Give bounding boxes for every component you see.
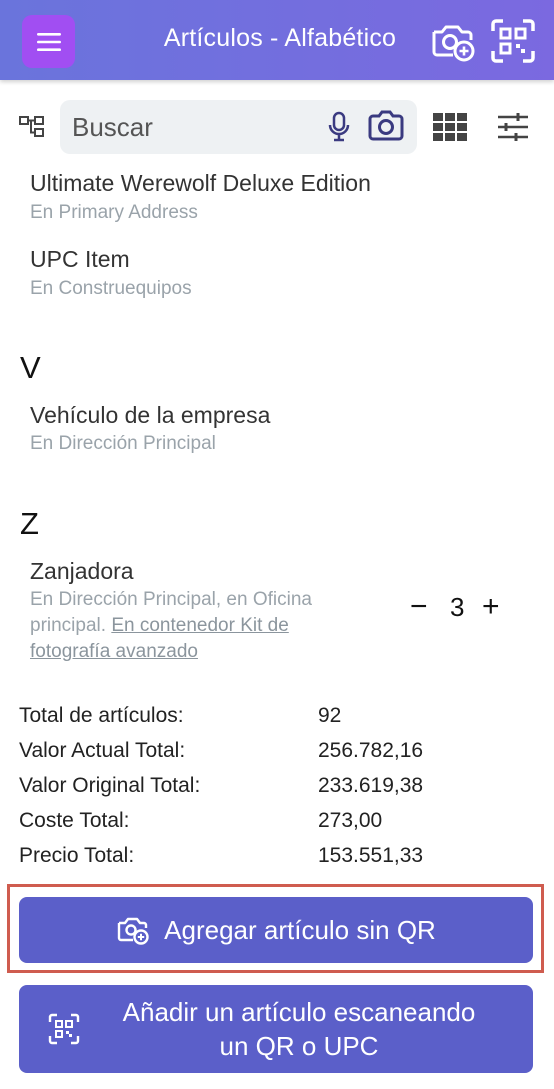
camera-add-icon[interactable] [430,18,476,64]
section-header: Z [20,506,39,541]
decrement-button[interactable]: − [410,590,428,624]
quantity-stepper: − 3 + [410,590,510,626]
summary-label: Valor Actual Total: [19,739,186,762]
item-name: Vehículo de la empresa [30,402,271,428]
summary-label: Total de artículos: [19,704,184,727]
menu-button[interactable] [22,15,75,68]
item-location: En Dirección Principal, en Oficina princ… [30,589,312,662]
button-label: Agregar artículo sin QR [164,914,436,945]
item-name: UPC Item [30,246,130,272]
section-header: V [20,350,41,385]
item-name: Zanjadora [30,558,134,584]
summary-value: 153.551,33 [318,844,424,867]
search-row [0,100,554,156]
qr-scan-icon[interactable] [490,18,536,64]
search-box [60,100,417,154]
button-label: Añadir un artículo escaneando un QR o UP… [122,997,476,1061]
add-item-scan-button[interactable]: Añadir un artículo escaneando un QR o UP… [19,985,533,1073]
summary-value: 256.782,16 [318,739,424,762]
grid-view-icon[interactable] [432,112,468,142]
page-title: Artículos - Alfabético [163,24,397,52]
summary-value: 233.619,38 [318,774,424,797]
filter-sliders-icon[interactable] [496,112,530,144]
container-link-cont[interactable]: fotografía avanzado [30,641,198,662]
add-item-without-qr-button[interactable]: Agregar artículo sin QR [19,897,533,963]
container-link[interactable]: En contenedor Kit de [111,615,288,636]
qr-scan-icon [48,1013,80,1045]
app-header: Artículos - Alfabético [0,0,554,80]
item-name: Ultimate Werewolf Deluxe Edition [30,170,371,196]
increment-button[interactable]: + [482,590,500,624]
menu-icon [36,32,61,51]
summary-label: Coste Total: [19,809,130,832]
item-location: En Primary Address [30,202,198,223]
summary-label: Precio Total: [19,844,135,867]
summary-value: 92 [318,704,342,727]
summary-value: 273,00 [318,809,383,832]
search-input[interactable] [72,108,312,146]
item-location: En Dirección Principal [30,433,216,454]
camera-add-icon [117,917,149,945]
item-location: En Construequipos [30,278,192,299]
microphone-icon[interactable] [327,111,351,143]
tree-view-icon[interactable] [18,114,46,138]
summary-label: Valor Original Total: [19,774,201,797]
quantity-value: 3 [450,592,465,622]
camera-icon[interactable] [367,110,405,142]
